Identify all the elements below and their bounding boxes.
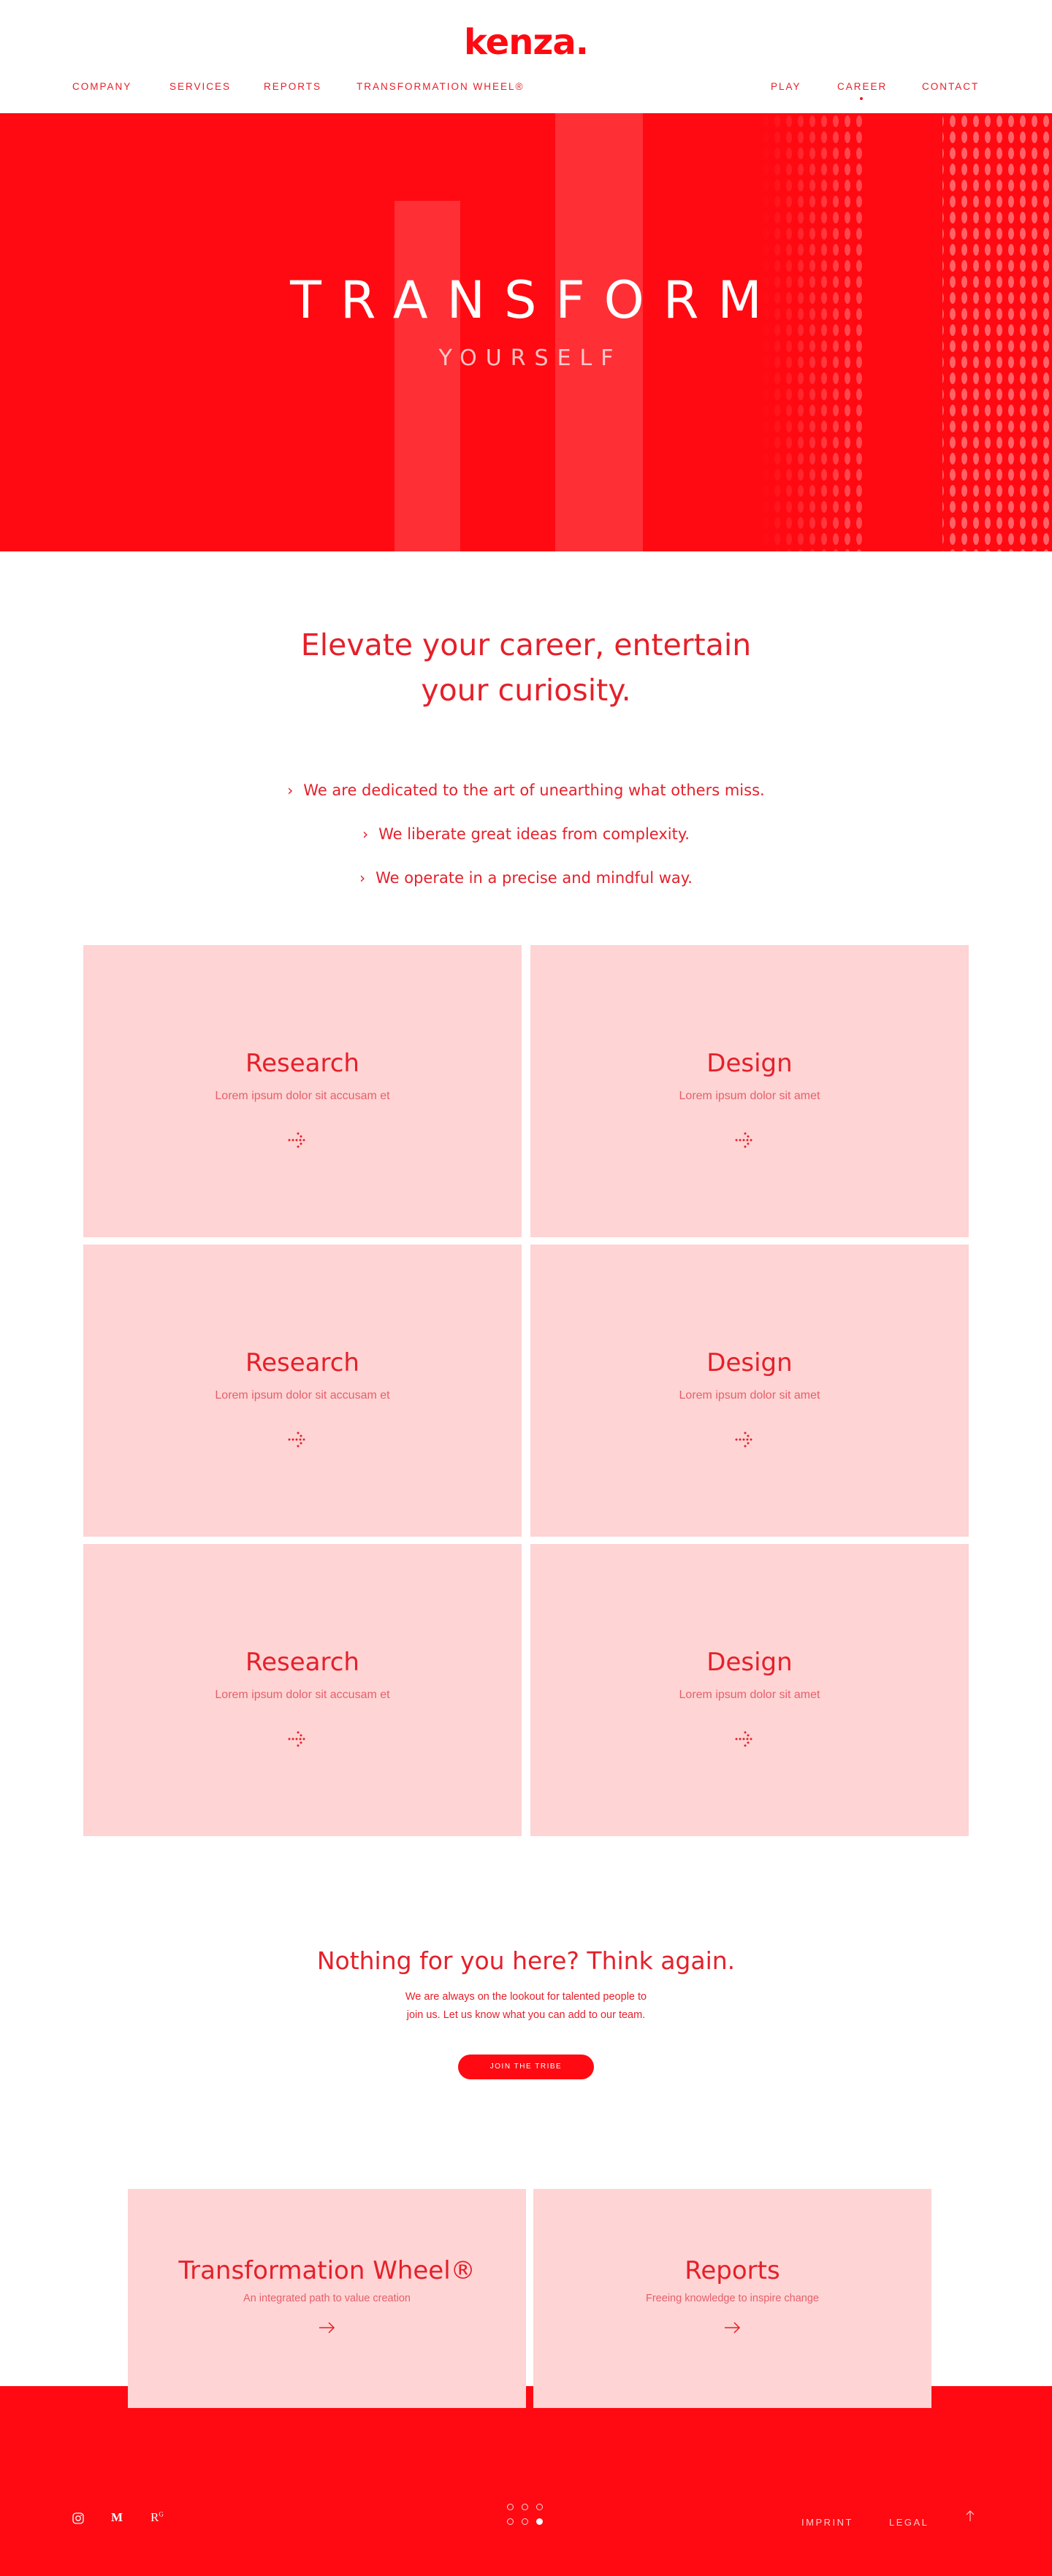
medium-icon[interactable]: M xyxy=(111,2510,123,2525)
card-subtitle: Lorem ipsum dolor sit accusam et xyxy=(215,1090,390,1102)
promo-title: Reports xyxy=(685,2256,780,2285)
dotted-arrow-right-icon[interactable] xyxy=(530,1431,969,1448)
card-title: Design xyxy=(706,1348,793,1377)
promo-card-transformation-wheel[interactable]: Transformation Wheel® An integrated path… xyxy=(128,2189,526,2408)
promo-subtitle: An integrated path to value creation xyxy=(243,2293,411,2304)
researchgate-icon-glyph: R xyxy=(150,2510,159,2524)
nav-career[interactable]: CAREER xyxy=(837,81,887,92)
intro-bullet: › We operate in a precise and mindful way… xyxy=(0,869,1052,887)
cta-heading: Nothing for you here? Think again. xyxy=(316,1946,736,1975)
arrow-right-icon[interactable] xyxy=(533,2320,931,2335)
nav-contact[interactable]: CONTACT xyxy=(922,81,979,92)
service-card-research[interactable]: Research Lorem ipsum dolor sit accusam e… xyxy=(83,945,522,1237)
card-title: Research xyxy=(245,1648,359,1677)
kenza-logo[interactable]: kenza. xyxy=(0,22,1052,63)
service-card-research[interactable]: Research Lorem ipsum dolor sit accusam e… xyxy=(83,1544,522,1836)
pager-dot[interactable] xyxy=(536,2504,543,2510)
service-card-research[interactable]: Research Lorem ipsum dolor sit accusam e… xyxy=(83,1245,522,1537)
card-subtitle: Lorem ipsum dolor sit amet xyxy=(679,1090,820,1102)
card-subtitle: Lorem ipsum dolor sit amet xyxy=(679,1389,820,1402)
instagram-icon[interactable] xyxy=(72,2512,84,2528)
nav-services[interactable]: SERVICES xyxy=(169,81,231,92)
nav-transformation-wheel[interactable]: TRANSFORMATION WHEEL® xyxy=(357,81,524,92)
intro-bullet-text: We operate in a precise and mindful way. xyxy=(376,869,693,887)
intro-bullet: › We liberate great ideas from complexity… xyxy=(0,825,1052,843)
join-the-tribe-button[interactable]: JOIN THE TRIBE xyxy=(458,2055,594,2079)
dotted-arrow-right-icon[interactable] xyxy=(530,1131,969,1149)
promo-card-reports[interactable]: Reports Freeing knowledge to inspire cha… xyxy=(533,2189,931,2408)
pager-dot[interactable] xyxy=(507,2504,514,2510)
card-title: Design xyxy=(706,1648,793,1677)
intro-bullet-text: We liberate great ideas from complexity. xyxy=(378,825,690,843)
intro-bullet: › We are dedicated to the art of unearthi… xyxy=(0,781,1052,799)
intro-bullet-text: We are dedicated to the art of unearthin… xyxy=(303,781,765,799)
card-title: Design xyxy=(706,1049,793,1078)
intro-heading: Elevate your career, entertain your curi… xyxy=(270,622,782,713)
site-footer xyxy=(0,2386,1052,2576)
card-subtitle: Lorem ipsum dolor sit accusam et xyxy=(215,1389,390,1402)
nav-play[interactable]: PLAY xyxy=(771,81,801,92)
researchgate-icon[interactable]: RG xyxy=(150,2510,164,2525)
nav-company[interactable]: COMPANY xyxy=(72,81,132,92)
service-card-design[interactable]: Design Lorem ipsum dolor sit amet xyxy=(530,945,969,1237)
dotted-arrow-right-icon[interactable] xyxy=(530,1730,969,1748)
card-subtitle: Lorem ipsum dolor sit accusam et xyxy=(215,1689,390,1701)
cta-text: We are always on the lookout for talente… xyxy=(380,1988,672,2025)
hero-perforated-panel-image xyxy=(760,113,1052,551)
pager-dot[interactable] xyxy=(522,2518,528,2525)
cta-text-line-2: join us. Let us know what you can add to… xyxy=(406,2009,646,2021)
site-header: kenza. COMPANY SERVICES REPORTS TRANSFOR… xyxy=(0,0,1052,113)
hero-blur-panel-image xyxy=(394,113,643,551)
hero-subtitle: YOURSELF xyxy=(438,345,622,371)
nav-active-indicator xyxy=(860,97,863,100)
chevron-right-icon: › xyxy=(287,781,294,799)
hero-banner: TRANSFORM YOURSELF xyxy=(0,113,1052,551)
intro-heading-line-2: your curiosity. xyxy=(421,673,631,708)
chevron-right-icon: › xyxy=(362,825,369,843)
pager-dot-active[interactable] xyxy=(536,2518,543,2525)
pager-dot[interactable] xyxy=(507,2518,514,2525)
dotted-arrow-right-icon[interactable] xyxy=(83,1431,522,1448)
card-title: Research xyxy=(245,1348,359,1377)
dotted-arrow-right-icon[interactable] xyxy=(83,1730,522,1748)
intro-heading-line-1: Elevate your career, entertain xyxy=(300,627,752,662)
footer-link-imprint[interactable]: IMPRINT xyxy=(801,2517,853,2528)
arrow-up-icon[interactable] xyxy=(964,2510,976,2523)
footer-link-legal[interactable]: LEGAL xyxy=(889,2517,929,2528)
chevron-right-icon: › xyxy=(359,869,366,887)
service-card-design[interactable]: Design Lorem ipsum dolor sit amet xyxy=(530,1544,969,1836)
cta-text-line-1: We are always on the lookout for talente… xyxy=(405,1991,647,2003)
hero-title: TRANSFORM xyxy=(290,270,781,330)
card-subtitle: Lorem ipsum dolor sit amet xyxy=(679,1689,820,1701)
pager-dot[interactable] xyxy=(522,2504,528,2510)
promo-subtitle: Freeing knowledge to inspire change xyxy=(646,2293,819,2304)
service-card-design[interactable]: Design Lorem ipsum dolor sit amet xyxy=(530,1245,969,1537)
dotted-arrow-right-icon[interactable] xyxy=(83,1131,522,1149)
card-title: Research xyxy=(245,1049,359,1078)
promo-title: Transformation Wheel® xyxy=(178,2256,476,2285)
nav-reports[interactable]: REPORTS xyxy=(264,81,321,92)
arrow-right-icon[interactable] xyxy=(128,2320,526,2335)
researchgate-superscript: G xyxy=(159,2510,164,2518)
